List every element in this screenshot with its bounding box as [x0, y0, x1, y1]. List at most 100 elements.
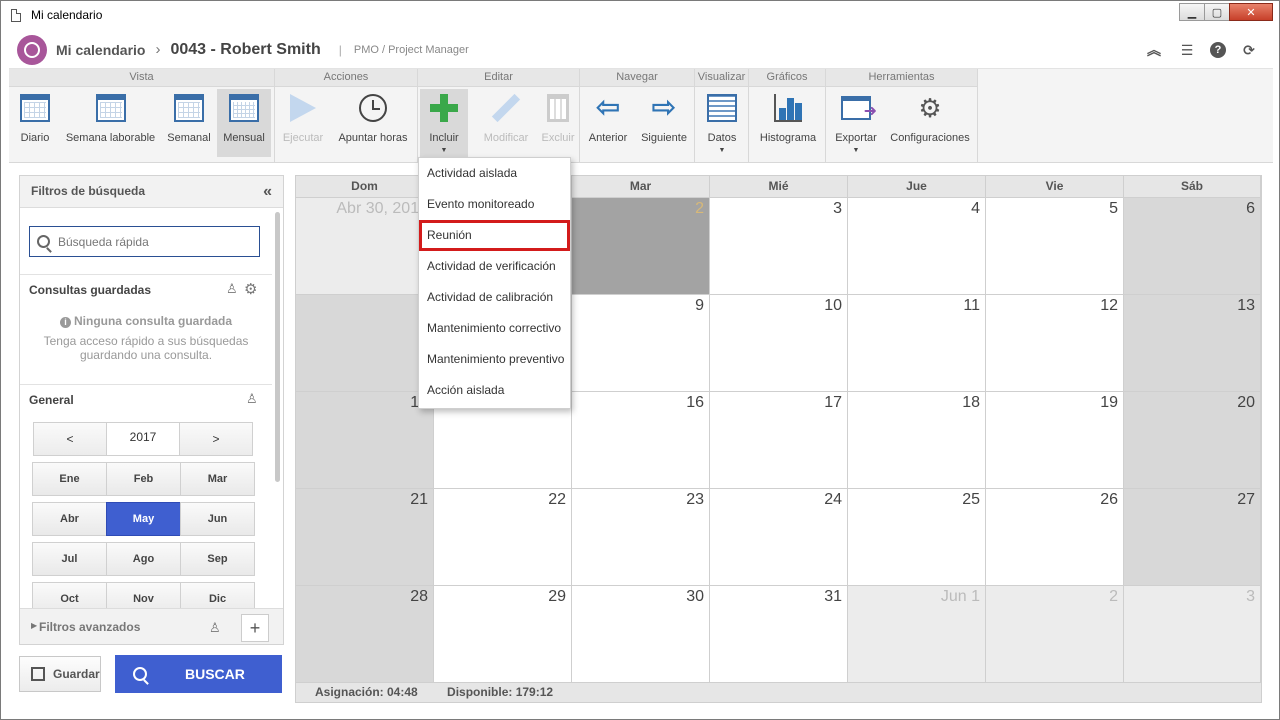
calendar-day-cell[interactable]: 12: [986, 295, 1124, 392]
group-label: Editar: [418, 69, 579, 87]
calendar-day-cell[interactable]: 6: [1124, 198, 1261, 295]
arrow-right-icon: ⇨: [651, 91, 677, 124]
clear-broom-icon[interactable]: ♙: [246, 391, 258, 407]
prev-year-button[interactable]: <: [33, 422, 107, 456]
list-icon[interactable]: ☰: [1177, 40, 1197, 60]
calendar-day-cell[interactable]: 13: [1124, 295, 1261, 392]
quick-search-field[interactable]: [29, 226, 260, 257]
clear-broom-icon[interactable]: ♙: [209, 620, 221, 636]
year-field[interactable]: 2017: [106, 422, 180, 456]
menu-item-actividad-calibracion[interactable]: Actividad de calibración: [419, 282, 570, 313]
apuntar-horas-button[interactable]: Apuntar horas: [333, 89, 413, 157]
maximize-button[interactable]: ▢: [1204, 3, 1230, 21]
calendar-day-cell[interactable]: 20: [1124, 392, 1261, 489]
month-button[interactable]: Mar: [180, 462, 255, 496]
calendar-day-cell[interactable]: 18: [848, 392, 986, 489]
calendar-day-cell[interactable]: 11: [848, 295, 986, 392]
calendar-day-cell[interactable]: 10: [710, 295, 848, 392]
calendar-day-cell[interactable]: 3: [1124, 586, 1261, 683]
calendar-day-cell[interactable]: Abr 30, 2017: [296, 198, 434, 295]
menu-item-reunion[interactable]: Reunión: [419, 220, 570, 251]
month-button[interactable]: Abr: [32, 502, 107, 536]
calendar-day-cell[interactable]: 9: [572, 295, 710, 392]
group-label: Vista: [9, 69, 274, 87]
minimize-button[interactable]: ▁: [1179, 3, 1205, 21]
semana-laborable-button[interactable]: Semana laborable: [63, 89, 158, 157]
calendar-day-cell[interactable]: 23: [572, 489, 710, 586]
day-number: 4: [971, 200, 980, 217]
refresh-icon[interactable]: ⟳: [1239, 40, 1259, 60]
menu-item-actividad-aislada[interactable]: Actividad aislada: [419, 158, 570, 189]
month-button-selected[interactable]: May: [106, 502, 181, 536]
calendar-day-cell[interactable]: Jun 1: [848, 586, 986, 683]
search-icon: [37, 235, 50, 248]
include-dropdown-menu: Actividad aislada Evento monitoreado Reu…: [418, 157, 571, 409]
calendar-day-cell[interactable]: 17: [710, 392, 848, 489]
search-filters-panel: Filtros de búsqueda « Consultas guardada…: [19, 175, 284, 645]
calendar-day-cell[interactable]: 22: [434, 489, 572, 586]
calendar-day-cell[interactable]: 29: [434, 586, 572, 683]
calendar-day-cell[interactable]: 19: [986, 392, 1124, 489]
search-button[interactable]: BUSCAR: [115, 655, 282, 693]
calendar-day-cell[interactable]: 30: [572, 586, 710, 683]
month-button[interactable]: Jul: [32, 542, 107, 576]
calendar-day-cell[interactable]: 21: [296, 489, 434, 586]
calendar-day-cell[interactable]: 24: [710, 489, 848, 586]
menu-item-mantenimiento-correctivo[interactable]: Mantenimiento correctivo: [419, 313, 570, 344]
close-button[interactable]: ✕: [1229, 3, 1273, 21]
panel-scrollbar[interactable]: [275, 212, 280, 482]
advanced-filters-bar[interactable]: ▶ Filtros avanzados ♙ +: [20, 608, 283, 644]
month-button[interactable]: Ago: [106, 542, 181, 576]
calendar-day-cell[interactable]: 26: [986, 489, 1124, 586]
calendar-day-cell[interactable]: 5: [986, 198, 1124, 295]
month-button[interactable]: Sep: [180, 542, 255, 576]
mensual-button[interactable]: Mensual: [217, 89, 271, 157]
semanal-button[interactable]: Semanal: [164, 89, 214, 157]
calendar-day-cell[interactable]: 2: [986, 586, 1124, 683]
calendar-day-cell[interactable]: 7: [296, 295, 434, 392]
calendar-day-cell[interactable]: 31: [710, 586, 848, 683]
calendar-day-cell[interactable]: 28: [296, 586, 434, 683]
breadcrumb-app[interactable]: Mi calendario: [56, 42, 145, 58]
info-icon: i: [59, 317, 71, 328]
menu-item-mantenimiento-preventivo[interactable]: Mantenimiento preventivo: [419, 344, 570, 375]
month-button[interactable]: Ene: [32, 462, 107, 496]
calendar-day-cell[interactable]: 4: [848, 198, 986, 295]
diario-button[interactable]: Diario: [13, 89, 57, 157]
day-number: Abr 30, 2017: [336, 200, 428, 217]
data-grid-icon: [707, 94, 737, 122]
day-number: 30: [686, 588, 704, 605]
menu-item-accion-aislada[interactable]: Acción aislada: [419, 375, 570, 406]
ejecutar-button[interactable]: Ejecutar: [281, 89, 325, 157]
calendar-day-cell[interactable]: 14: [296, 392, 434, 489]
calendar-day-cell[interactable]: 2: [572, 198, 710, 295]
search-input[interactable]: [58, 234, 248, 249]
month-button[interactable]: Jun: [180, 502, 255, 536]
menu-item-actividad-verificacion[interactable]: Actividad de verificación: [419, 251, 570, 282]
calendar-day-cell[interactable]: 27: [1124, 489, 1261, 586]
histograma-button[interactable]: Histograma: [755, 89, 821, 157]
month-button[interactable]: Feb: [106, 462, 181, 496]
datos-button[interactable]: Datos ▼: [699, 89, 745, 157]
modificar-button[interactable]: Modificar: [478, 89, 534, 157]
add-filter-button[interactable]: +: [241, 614, 269, 642]
gear-icon[interactable]: ⚙: [244, 280, 257, 298]
exportar-button[interactable]: Exportar ▼: [830, 89, 882, 157]
clear-broom-icon[interactable]: ♙: [226, 281, 238, 297]
collapse-left-icon[interactable]: «: [263, 176, 272, 207]
anterior-button[interactable]: ⇦ Anterior: [582, 89, 634, 157]
siguiente-button[interactable]: ⇨ Siguiente: [636, 89, 692, 157]
configuraciones-button[interactable]: ⚙ Configuraciones: [888, 89, 972, 157]
day-number: 23: [686, 491, 704, 508]
collapse-up-icon[interactable]: ︽: [1144, 40, 1164, 60]
excluir-button[interactable]: Excluir: [538, 89, 578, 157]
calendar-day-cell[interactable]: 3: [710, 198, 848, 295]
calendar-day-cell[interactable]: 16: [572, 392, 710, 489]
calendar-day-cell[interactable]: 25: [848, 489, 986, 586]
help-icon[interactable]: ?: [1210, 42, 1226, 58]
incluir-button[interactable]: Incluir ▼: [420, 89, 468, 157]
menu-item-evento-monitoreado[interactable]: Evento monitoreado: [419, 189, 570, 220]
save-query-button[interactable]: Guardar: [19, 656, 101, 692]
weekday-header: Mié: [710, 176, 848, 198]
next-year-button[interactable]: >: [179, 422, 253, 456]
